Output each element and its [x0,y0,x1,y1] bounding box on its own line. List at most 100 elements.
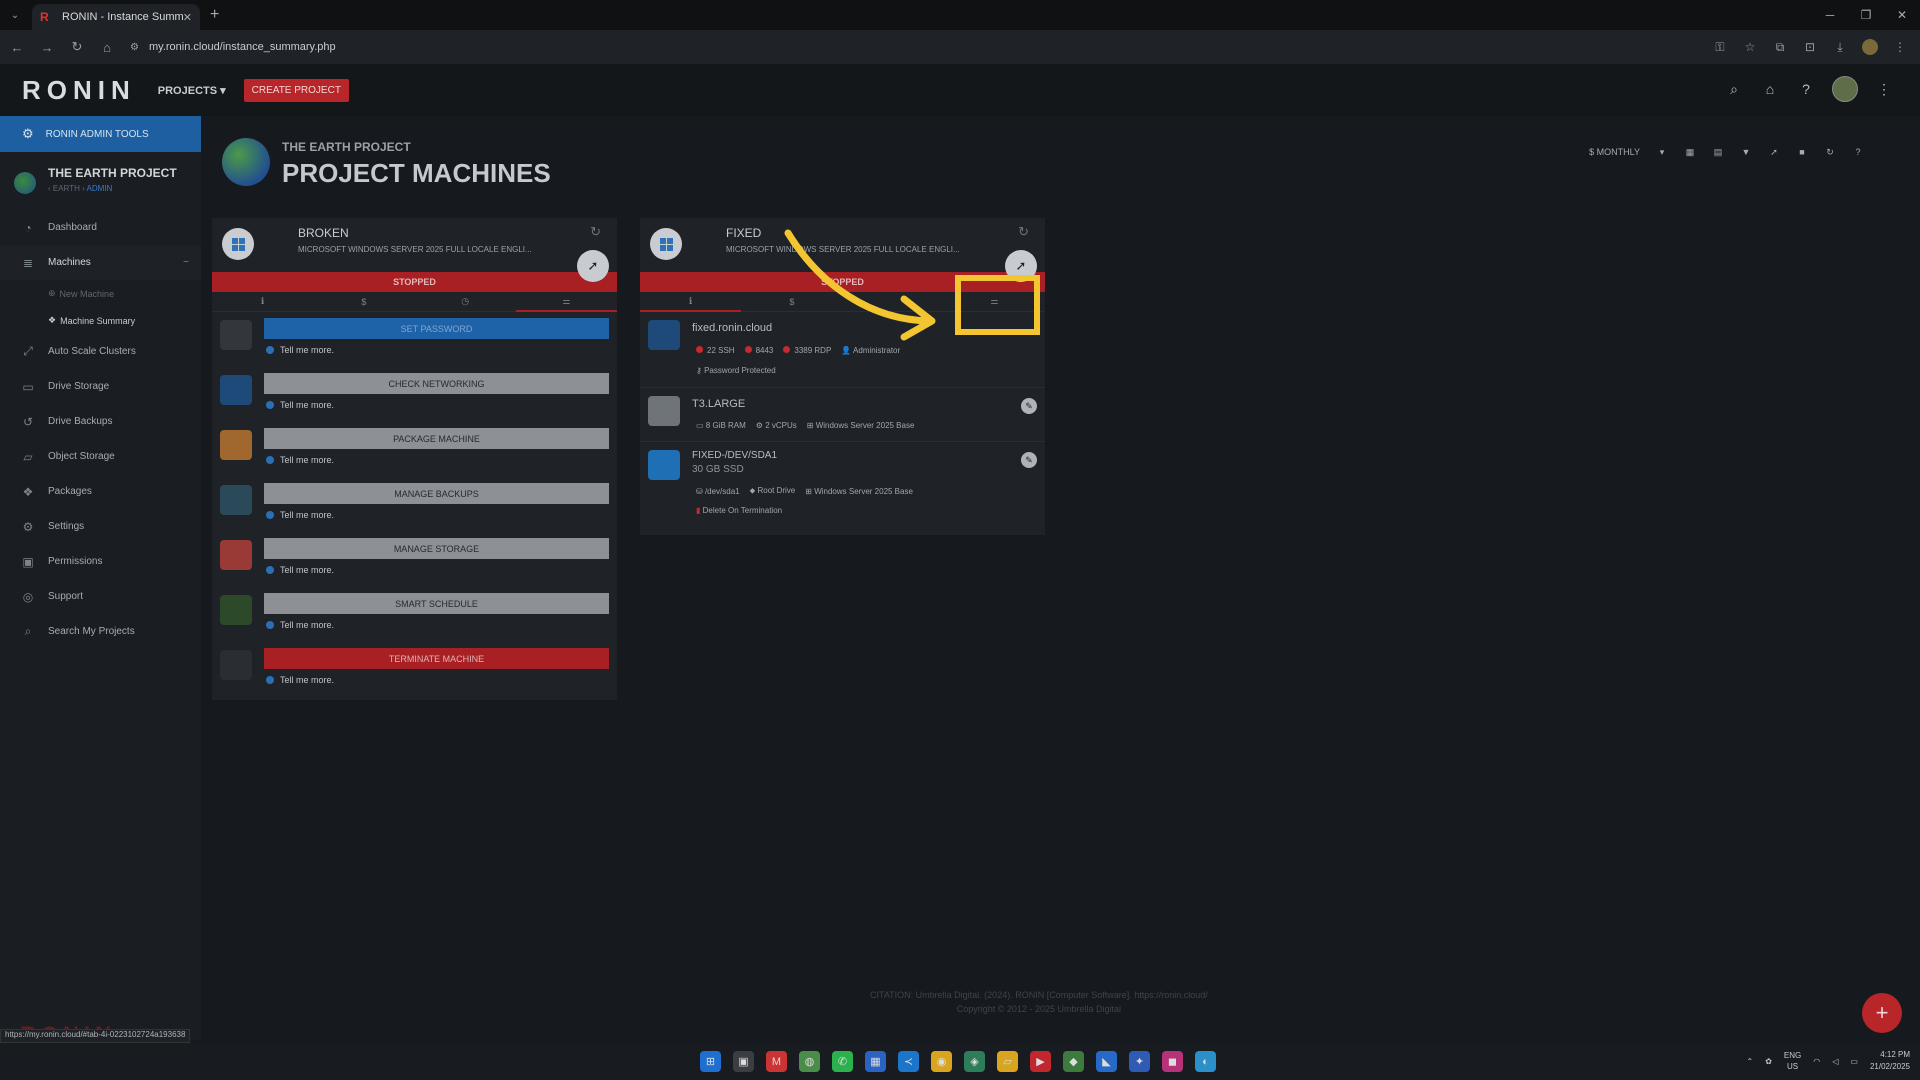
admin-tools-link[interactable]: ⚙ RONIN ADMIN TOOLS [0,116,201,152]
refresh-icon[interactable]: ↻ [1818,143,1842,161]
project-block[interactable]: THE EARTH PROJECT ‹ EARTH › ADMIN [0,152,201,194]
home-icon[interactable]: ⌂ [1760,79,1780,99]
whatsapp-icon[interactable]: ✆ [832,1051,853,1072]
tab-schedule-icon[interactable]: ◷ [415,292,516,311]
manage-backups-button[interactable]: MANAGE BACKUPS [264,483,609,504]
tab-cost-icon[interactable]: $ [313,292,414,311]
create-project-button[interactable]: CREATE PROJECT [243,78,349,102]
launch-rocket-button[interactable]: ➚ [577,250,609,282]
input-language[interactable]: ENG US [1784,1050,1801,1072]
calendar-icon[interactable]: ▦ [865,1051,886,1072]
profile-avatar[interactable] [1858,34,1882,60]
smart-schedule-button[interactable]: SMART SCHEDULE [264,593,609,614]
port-chip[interactable]: 3389 RDP [783,346,831,355]
tell-me-more-link[interactable]: Tell me more. [266,400,334,410]
filter-icon[interactable]: ▼ [1734,143,1758,161]
bookmark-star-icon[interactable]: ☆ [1738,34,1762,60]
tell-me-more-link[interactable]: Tell me more. [266,510,334,520]
vscode-icon[interactable]: ≺ [898,1051,919,1072]
site-settings-icon[interactable]: ⚙ [130,42,139,53]
tray-chevron-icon[interactable]: ⌃ [1747,1057,1754,1066]
task-view-icon[interactable]: ▣ [733,1051,754,1072]
edit-pencil-icon[interactable]: ✎ [1021,452,1037,468]
forward-icon[interactable]: → [34,34,60,60]
hostname[interactable]: fixed.ronin.cloud [692,322,772,334]
port-chip[interactable]: 8443 [744,346,773,355]
tell-me-more-link[interactable]: Tell me more. [266,345,334,355]
sidebar-item-drive-storage[interactable]: ▭ Drive Storage [0,369,201,404]
system-clock[interactable]: 4:12 PM 21/02/2025 [1870,1049,1910,1073]
tab-actions-icon[interactable]: ⚌ [515,292,618,312]
more-menu-icon[interactable]: ⋮ [1874,79,1894,99]
minimize-icon[interactable]: ─ [1812,0,1848,30]
help-icon[interactable]: ? [1796,79,1816,99]
ronin-logo[interactable]: RONIN [22,75,136,106]
url-field[interactable]: ⚙ my.ronin.cloud/instance_summary.php [130,41,336,53]
refresh-icon[interactable]: ↻ [590,224,601,240]
sidebar-item-machines[interactable]: ≣ Machines − [0,245,201,280]
new-tab-button[interactable]: + [210,6,219,24]
set-password-button[interactable]: SET PASSWORD [264,318,609,339]
sidebar-item-object-storage[interactable]: ▱ Object Storage [0,439,201,474]
tell-me-more-link[interactable]: Tell me more. [266,455,334,465]
back-icon[interactable]: ← [4,34,30,60]
check-networking-button[interactable]: CHECK NETWORKING [264,373,609,394]
project-role[interactable]: ADMIN [87,184,113,193]
tell-me-more-link[interactable]: Tell me more. [266,620,334,630]
sidebar-item-packages[interactable]: ❖ Packages [0,474,201,509]
terminate-machine-button[interactable]: TERMINATE MACHINE [264,648,609,669]
sidebar-item-auto-scale[interactable]: ⤢ Auto Scale Clusters [0,334,201,369]
chrome-icon[interactable]: ◉ [931,1051,952,1072]
extensions-icon[interactable]: ⧉ [1768,34,1792,60]
refresh-icon[interactable]: ↻ [1018,224,1029,240]
help-icon[interactable]: ? [1846,143,1870,161]
volume-icon[interactable]: ◁ [1832,1057,1838,1066]
user-avatar[interactable] [1832,76,1858,102]
app-icon[interactable]: ◍ [799,1051,820,1072]
stop-icon[interactable]: ■ [1790,143,1814,161]
sidebar-subitem-new-machine[interactable]: ⊕ New Machine [0,280,201,307]
sidebar-item-settings[interactable]: ⚙ Settings [0,509,201,544]
billing-period-select[interactable]: $ MONTHLY [1583,143,1646,161]
file-explorer-icon[interactable]: ▱ [997,1051,1018,1072]
gemini-icon[interactable]: ✦ [1129,1051,1150,1072]
app-green-icon[interactable]: ◆ [1063,1051,1084,1072]
gmail-icon[interactable]: M [766,1051,787,1072]
sidebar-subitem-machine-summary[interactable]: ❖ Machine Summary [0,307,201,334]
tab-list-button[interactable]: ⌄ [4,4,26,26]
home-icon[interactable]: ⌂ [94,34,120,60]
password-key-icon[interactable]: ⚿ [1708,34,1732,60]
project-sub[interactable]: ‹ EARTH › [48,184,85,193]
restore-icon[interactable]: ❐ [1848,0,1884,30]
tab-info-icon[interactable]: ℹ [212,292,313,311]
onenote-icon[interactable]: ◼ [1162,1051,1183,1072]
tell-me-more-link[interactable]: Tell me more. [266,675,334,685]
close-window-icon[interactable]: ✕ [1884,0,1920,30]
tab-info-icon[interactable]: ℹ [640,292,742,312]
sidebar-item-dashboard[interactable]: ◔ Dashboard [0,210,201,245]
tell-me-more-link[interactable]: Tell me more. [266,565,334,575]
caret-down-icon[interactable]: ▾ [1650,143,1674,161]
download-icon[interactable]: ⤓ [1828,34,1852,60]
windows-start-icon[interactable]: ⊞ [700,1051,721,1072]
sidebar-item-permissions[interactable]: ▣ Permissions [0,544,201,579]
reload-icon[interactable]: ↻ [64,34,90,60]
vpn-icon[interactable]: ◈ [964,1051,985,1072]
wifi-icon[interactable]: ◠ [1813,1057,1820,1066]
browser-tab[interactable]: R RONIN - Instance Summary ✕ [32,4,200,30]
battery-icon[interactable]: ▭ [1850,1057,1858,1066]
rocket-icon[interactable]: ➚ [1762,143,1786,161]
browser-menu-icon[interactable]: ⋮ [1888,34,1912,60]
projects-menu[interactable]: PROJECTS ▾ [158,84,226,97]
media-player-icon[interactable]: ▶ [1030,1051,1051,1072]
search-icon[interactable]: ⌕ [1724,79,1744,99]
package-machine-button[interactable]: PACKAGE MACHINE [264,428,609,449]
add-fab-button[interactable]: + [1862,993,1902,1033]
sidebar-item-support[interactable]: ◎ Support [0,579,201,614]
sidebar-item-search-projects[interactable]: ⌕ Search My Projects [0,614,201,649]
grid-view-icon[interactable]: ▦ [1678,143,1702,161]
sidebar-item-drive-backups[interactable]: ↺ Drive Backups [0,404,201,439]
edit-pencil-icon[interactable]: ✎ [1021,398,1037,414]
collapse-icon[interactable]: − [183,257,189,268]
port-chip[interactable]: 22 SSH [696,346,735,355]
